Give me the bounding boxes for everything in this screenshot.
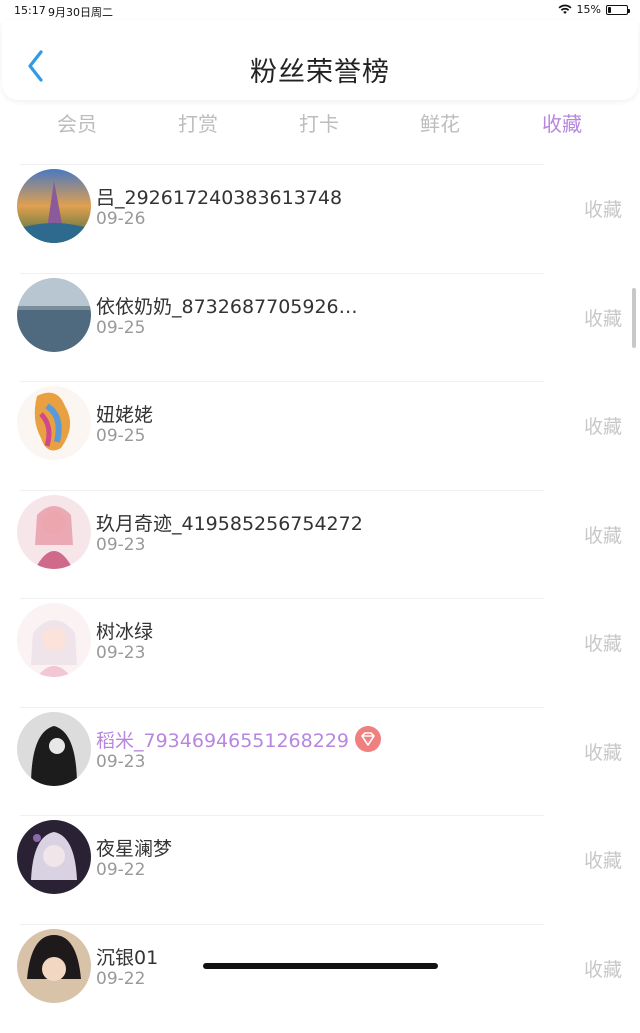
fan-name: 吕_292617240383613748 [96, 187, 343, 209]
tab-flower[interactable]: 鲜花 [400, 108, 480, 137]
fan-name: 沉银01 [96, 946, 159, 969]
list-item[interactable]: 吕_292617240383613748 09-26 收藏 [17, 164, 622, 273]
fan-type-label: 收藏 [583, 307, 622, 330]
fan-type-label: 收藏 [583, 741, 622, 764]
list-item[interactable]: 玖月奇迹_419585256754272 09-23 收藏 [17, 489, 622, 599]
fan-type-label: 收藏 [583, 199, 622, 221]
fan-name: 夜星澜梦 [96, 838, 173, 860]
wifi-icon [558, 4, 572, 14]
home-indicator[interactable] [203, 963, 438, 969]
list-item[interactable]: 依依奶奶_8732687705926… 09-25 收藏 [17, 272, 622, 382]
list-item[interactable]: 沉银01 09-22 收藏 [17, 923, 622, 1033]
fan-date: 09-26 [96, 209, 146, 229]
vip-diamond-icon [355, 726, 382, 752]
tab-checkin[interactable]: 打卡 [279, 108, 359, 137]
avatar[interactable] [17, 603, 91, 677]
battery-fill [608, 6, 611, 13]
fan-type-label: 收藏 [583, 416, 622, 438]
fan-type-label: 收藏 [583, 633, 622, 655]
fan-name: 妞姥姥 [96, 404, 154, 426]
fan-name: 稻米_79346946551268229 [96, 726, 382, 755]
scrollbar[interactable] [632, 288, 636, 348]
page-title: 粉丝荣誉榜 [250, 57, 390, 88]
tab-bar: 会员 打赏 打卡 鲜花 收藏 [0, 104, 640, 144]
tab-favorite[interactable]: 收藏 [522, 108, 602, 137]
fan-date: 09-25 [96, 317, 146, 338]
avatar[interactable] [17, 928, 91, 1003]
list-item[interactable]: 夜星澜梦 09-22 收藏 [17, 815, 622, 924]
fan-name: 依依奶奶_8732687705926… [96, 295, 358, 318]
header: 粉丝荣誉榜 [2, 20, 638, 100]
list-item[interactable]: 树冰绿 09-23 收藏 [17, 598, 622, 707]
avatar[interactable] [17, 820, 91, 894]
avatar[interactable] [17, 277, 91, 352]
fan-name: 玖月奇迹_419585256754272 [96, 512, 363, 535]
list-item[interactable]: 妞姥姥 09-25 收藏 [17, 381, 622, 490]
fan-name-text: 稻米_79346946551268229 [96, 729, 350, 752]
status-right: 15% [558, 3, 630, 16]
status-bar: 15:17 9月30日周二 15% [0, 0, 640, 20]
fan-date: 09-25 [96, 426, 146, 446]
fan-type-label: 收藏 [583, 958, 622, 981]
fan-type-label: 收藏 [583, 850, 622, 872]
battery-percent: 15% [576, 3, 601, 16]
fan-date: 09-22 [96, 968, 146, 989]
fan-date: 09-23 [96, 751, 146, 772]
tab-member[interactable]: 会员 [37, 108, 117, 137]
avatar[interactable] [17, 494, 91, 569]
fan-name: 树冰绿 [96, 621, 154, 643]
avatar[interactable] [17, 711, 91, 786]
avatar[interactable] [17, 169, 91, 243]
fan-type-label: 收藏 [583, 524, 622, 547]
status-time: 15:17 [14, 4, 46, 17]
tab-reward[interactable]: 打赏 [158, 108, 238, 137]
list-item[interactable]: 稻米_79346946551268229 09-23 收藏 [17, 706, 622, 816]
fan-list: 吕_292617240383613748 09-26 收藏 依依奶奶_87326… [0, 164, 640, 1032]
status-date: 9月30日周二 [48, 6, 113, 19]
fan-date: 09-23 [96, 643, 146, 663]
fan-date: 09-22 [96, 860, 146, 880]
fan-date: 09-23 [96, 534, 146, 555]
battery-icon [606, 4, 630, 15]
avatar[interactable] [17, 386, 91, 460]
